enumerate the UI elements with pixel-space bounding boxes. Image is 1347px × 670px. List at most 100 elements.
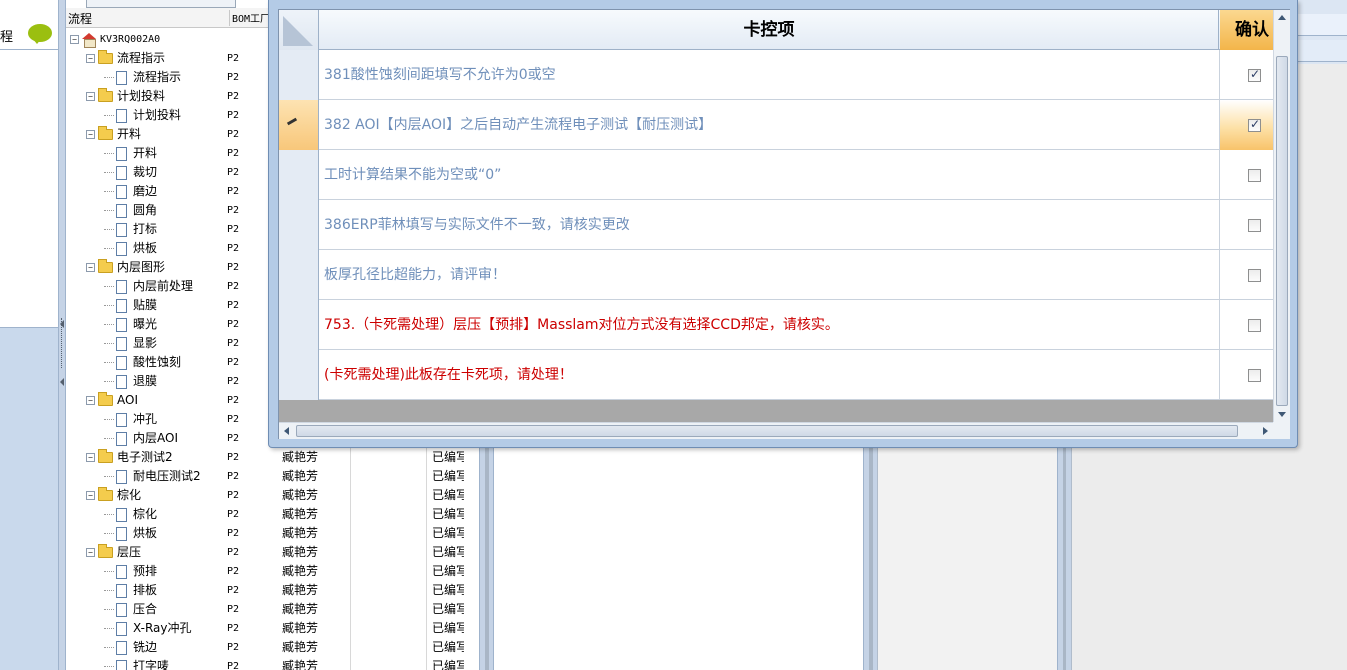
tree-row[interactable]: 打字唛 P2 bbox=[66, 657, 274, 670]
tree-row[interactable]: 裁切 P2 bbox=[66, 163, 274, 182]
tree-row[interactable]: X-Ray冲孔 P2 bbox=[66, 619, 274, 638]
confirm-checkbox[interactable] bbox=[1248, 67, 1261, 82]
tree-row[interactable]: 圆角 P2 bbox=[66, 201, 274, 220]
vertical-scrollbar[interactable] bbox=[1273, 10, 1290, 422]
tree-row[interactable]: − KV3RQ002A0 bbox=[66, 30, 274, 49]
splitter-grip[interactable] bbox=[61, 318, 64, 368]
tree-node[interactable]: 退膜 bbox=[104, 372, 157, 391]
tree-node[interactable]: 烘板 bbox=[104, 524, 157, 543]
tree-row[interactable]: 流程指示 P2 bbox=[66, 68, 274, 87]
step-row[interactable]: 臧艳芳 已编写 bbox=[274, 600, 479, 619]
confirm-checkbox[interactable] bbox=[1248, 169, 1261, 182]
select-all-corner[interactable] bbox=[279, 10, 319, 50]
tree-node[interactable]: 排板 bbox=[104, 581, 157, 600]
collapse-toggle-icon[interactable]: − bbox=[86, 548, 95, 557]
tree-node[interactable]: 烘板 bbox=[104, 239, 157, 258]
row-header[interactable] bbox=[279, 150, 319, 200]
tree-row[interactable]: 贴膜 P2 bbox=[66, 296, 274, 315]
vertical-scroll-thumb[interactable] bbox=[1276, 56, 1288, 406]
tree-node[interactable]: 耐电压测试2 bbox=[104, 467, 201, 486]
step-row[interactable]: 臧艳芳 已编写 bbox=[274, 524, 479, 543]
tree-row[interactable]: 排板 P2 bbox=[66, 581, 274, 600]
tree-row[interactable]: 内层前处理 P2 bbox=[66, 277, 274, 296]
tree-node[interactable]: 裁切 bbox=[104, 163, 157, 182]
control-item-row[interactable]: 381酸性蚀刻间距填写不允许为0或空 bbox=[279, 50, 1273, 100]
scroll-left-icon[interactable] bbox=[284, 427, 289, 435]
tree-node[interactable]: − 棕化 bbox=[86, 486, 141, 505]
tree-node[interactable]: 开料 bbox=[104, 144, 157, 163]
step-row[interactable]: 臧艳芳 已编写 bbox=[274, 486, 479, 505]
tree-row[interactable]: − 层压 P2 bbox=[66, 543, 274, 562]
tree-toolbar[interactable] bbox=[86, 0, 236, 8]
header-confirm[interactable]: 确认 bbox=[1220, 10, 1273, 50]
control-item-row[interactable]: 工时计算结果不能为空或“0” bbox=[279, 150, 1273, 200]
control-item-row[interactable]: 386ERP菲林填写与实际文件不一致，请核实更改 bbox=[279, 200, 1273, 250]
confirm-checkbox[interactable] bbox=[1248, 269, 1261, 282]
confirm-checkbox[interactable] bbox=[1248, 219, 1261, 232]
tree-node[interactable]: − 电子测试2 bbox=[86, 448, 173, 467]
collapse-toggle-icon[interactable]: − bbox=[86, 453, 95, 462]
tree-row[interactable]: − 棕化 P2 bbox=[66, 486, 274, 505]
row-header[interactable] bbox=[279, 200, 319, 250]
tree-row[interactable]: 计划投料 P2 bbox=[66, 106, 274, 125]
collapse-arrow-icon[interactable] bbox=[60, 378, 64, 386]
collapse-toggle-icon[interactable]: − bbox=[86, 92, 95, 101]
horizontal-scroll-thumb[interactable] bbox=[296, 425, 1238, 437]
row-header[interactable] bbox=[279, 250, 319, 300]
tree-row[interactable]: 磨边 P2 bbox=[66, 182, 274, 201]
tree-row[interactable]: 内层AOI P2 bbox=[66, 429, 274, 448]
tree-row[interactable]: 棕化 P2 bbox=[66, 505, 274, 524]
tree-node[interactable]: 内层AOI bbox=[104, 429, 178, 448]
tree-node[interactable]: 圆角 bbox=[104, 201, 157, 220]
tree-node[interactable]: 棕化 bbox=[104, 505, 157, 524]
step-row[interactable]: 臧艳芳 已编写 bbox=[274, 638, 479, 657]
tree-node[interactable]: 打字唛 bbox=[104, 657, 169, 670]
tree-row[interactable]: 酸性蚀刻 P2 bbox=[66, 353, 274, 372]
horizontal-scrollbar[interactable] bbox=[279, 422, 1273, 439]
tree-node[interactable]: 曝光 bbox=[104, 315, 157, 334]
tree-row[interactable]: 打标 P2 bbox=[66, 220, 274, 239]
confirm-checkbox[interactable] bbox=[1248, 369, 1261, 382]
tree-row[interactable]: 烘板 P2 bbox=[66, 524, 274, 543]
tab[interactable] bbox=[1290, 14, 1347, 36]
control-item-row[interactable]: 板厚孔径比超能力，请评审！ bbox=[279, 250, 1273, 300]
tree-row[interactable]: 耐电压测试2 P2 bbox=[66, 467, 274, 486]
tree-row[interactable]: − 计划投料 P2 bbox=[66, 87, 274, 106]
tree-node[interactable]: − KV3RQ002A0 bbox=[70, 30, 160, 49]
chat-bubble-icon[interactable] bbox=[28, 24, 52, 44]
tree-row[interactable]: 开料 P2 bbox=[66, 144, 274, 163]
tree-node[interactable]: 冲孔 bbox=[104, 410, 157, 429]
step-row[interactable]: 臧艳芳 已编写 bbox=[274, 562, 479, 581]
collapse-toggle-icon[interactable]: − bbox=[86, 54, 95, 63]
tree-node[interactable]: 磨边 bbox=[104, 182, 157, 201]
control-item-row[interactable]: (卡死需处理)此板存在卡死项，请处理！ bbox=[279, 350, 1273, 400]
tree-node[interactable]: X-Ray冲孔 bbox=[104, 619, 191, 638]
tree-node[interactable]: − AOI bbox=[86, 391, 138, 410]
tree-node[interactable]: 流程指示 bbox=[104, 68, 181, 87]
tree-node[interactable]: 计划投料 bbox=[104, 106, 181, 125]
step-row[interactable]: 臧艳芳 已编写 bbox=[274, 467, 479, 486]
tree-row[interactable]: 退膜 P2 bbox=[66, 372, 274, 391]
tree-node[interactable]: − 计划投料 bbox=[86, 87, 165, 106]
tree-row[interactable]: − 开料 P2 bbox=[66, 125, 274, 144]
control-item-row[interactable]: 382 AOI【内层AOI】之后自动产生流程电子测试【耐压测试】 bbox=[279, 100, 1273, 150]
header-control-item[interactable]: 卡控项 bbox=[320, 10, 1219, 50]
step-row[interactable]: 臧艳芳 已编写 bbox=[274, 581, 479, 600]
row-header[interactable] bbox=[279, 300, 319, 350]
tree-node[interactable]: 酸性蚀刻 bbox=[104, 353, 181, 372]
collapse-toggle-icon[interactable]: − bbox=[70, 34, 79, 44]
row-header[interactable] bbox=[279, 50, 319, 100]
collapse-toggle-icon[interactable]: − bbox=[86, 263, 95, 272]
scroll-down-icon[interactable] bbox=[1278, 412, 1286, 417]
collapse-toggle-icon[interactable]: − bbox=[86, 396, 95, 405]
tree-row[interactable]: − 内层图形 P2 bbox=[66, 258, 274, 277]
collapse-toggle-icon[interactable]: − bbox=[86, 491, 95, 500]
tree-row[interactable]: 预排 P2 bbox=[66, 562, 274, 581]
tree-row[interactable]: − 流程指示 P2 bbox=[66, 49, 274, 68]
tab[interactable] bbox=[1290, 40, 1347, 62]
tree-node[interactable]: 内层前处理 bbox=[104, 277, 193, 296]
tree-header-bom-factory[interactable]: BOM工厂 bbox=[229, 10, 270, 26]
scroll-up-icon[interactable] bbox=[1278, 15, 1286, 20]
tree-node[interactable]: − 层压 bbox=[86, 543, 141, 562]
confirm-checkbox[interactable] bbox=[1248, 319, 1261, 332]
